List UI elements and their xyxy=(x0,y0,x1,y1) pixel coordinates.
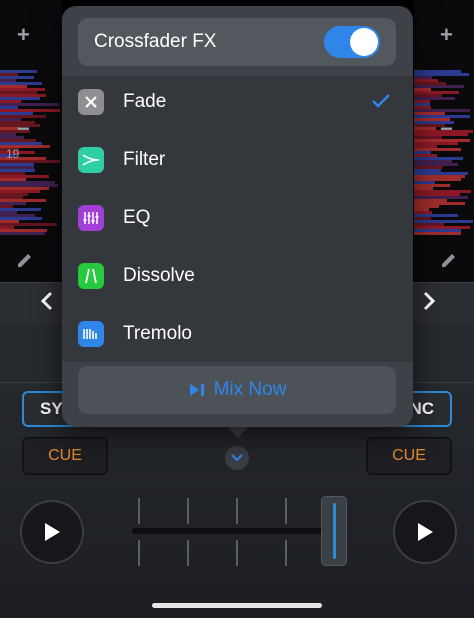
chevron-right-icon[interactable] xyxy=(422,291,436,316)
crossfader-fx-label: Crossfader FX xyxy=(94,31,217,52)
collapse-chevron-button[interactable] xyxy=(225,446,249,470)
zoom-out-left-button[interactable]: − xyxy=(17,116,30,142)
mix-now-label: Mix Now xyxy=(213,379,287,400)
cue-left-button[interactable]: CUE xyxy=(22,437,108,475)
zoom-in-right-button[interactable]: + xyxy=(440,22,453,48)
skip-forward-icon xyxy=(189,384,204,396)
fader-tick xyxy=(236,498,238,524)
fader-tick xyxy=(187,540,189,566)
cue-right-label: CUE xyxy=(392,447,426,464)
left-waveform xyxy=(0,0,62,282)
fx-item-label: Fade xyxy=(123,91,167,112)
fx-item-fade[interactable]: Fade xyxy=(62,76,413,131)
fx-item-tremolo[interactable]: Tremolo xyxy=(62,305,413,362)
fx-item-label: Tremolo xyxy=(123,323,192,344)
fx-item-eq[interactable]: EQ xyxy=(62,189,413,247)
fx-item-filter[interactable]: Filter xyxy=(62,131,413,189)
play-left-button[interactable] xyxy=(20,500,84,564)
fade-x-icon xyxy=(78,89,104,115)
crossfader-track[interactable] xyxy=(132,528,332,534)
sync-right-label: NC xyxy=(409,399,434,418)
sync-left-label: SY xyxy=(40,399,63,418)
fx-list: Fade Filter EQ Dissolve Tremolo xyxy=(62,76,413,362)
eq-sliders-icon xyxy=(78,205,104,231)
play-right-icon xyxy=(418,523,433,541)
crossfader-fx-toggle-row[interactable]: Crossfader FX xyxy=(78,18,396,66)
mix-now-button[interactable]: Mix Now xyxy=(78,366,396,414)
fx-item-dissolve[interactable]: Dissolve xyxy=(62,247,413,305)
dissolve-icon xyxy=(78,263,104,289)
chevron-down-icon xyxy=(231,454,243,462)
cue-right-button[interactable]: CUE xyxy=(366,437,452,475)
cue-left-label: CUE xyxy=(48,447,82,464)
crossfader-fx-switch[interactable] xyxy=(324,26,380,58)
crossfader-handle[interactable] xyxy=(321,496,347,566)
fader-tick xyxy=(285,498,287,524)
fx-item-label: Dissolve xyxy=(123,265,195,286)
tremolo-icon xyxy=(78,321,104,347)
checkmark-icon xyxy=(371,89,391,115)
filter-icon xyxy=(78,147,104,173)
edit-left-pencil-icon[interactable] xyxy=(14,250,36,277)
track-number: 19 xyxy=(6,147,20,161)
zoom-in-left-button[interactable]: + xyxy=(17,22,30,48)
zoom-out-right-button[interactable]: − xyxy=(440,116,453,142)
play-left-icon xyxy=(45,523,60,541)
crossfader-handle-line xyxy=(333,503,336,559)
fader-tick xyxy=(187,498,189,524)
fader-tick xyxy=(138,498,140,524)
waveform-strip xyxy=(414,232,462,235)
chevron-left-icon[interactable] xyxy=(40,291,54,316)
popover-arrow xyxy=(227,426,249,438)
fader-tick xyxy=(138,540,140,566)
fx-item-label: Filter xyxy=(123,149,166,170)
fader-tick xyxy=(285,540,287,566)
crossfader-fx-popover: Crossfader FX Fade Filter EQ Dissolve Tr… xyxy=(62,6,413,427)
play-right-button[interactable] xyxy=(393,500,457,564)
fader-tick xyxy=(236,540,238,566)
switch-knob xyxy=(350,28,378,56)
edit-right-pencil-icon[interactable] xyxy=(438,250,460,277)
home-indicator[interactable] xyxy=(152,603,322,608)
fx-item-label: EQ xyxy=(123,207,151,228)
waveform-strip xyxy=(0,232,46,235)
